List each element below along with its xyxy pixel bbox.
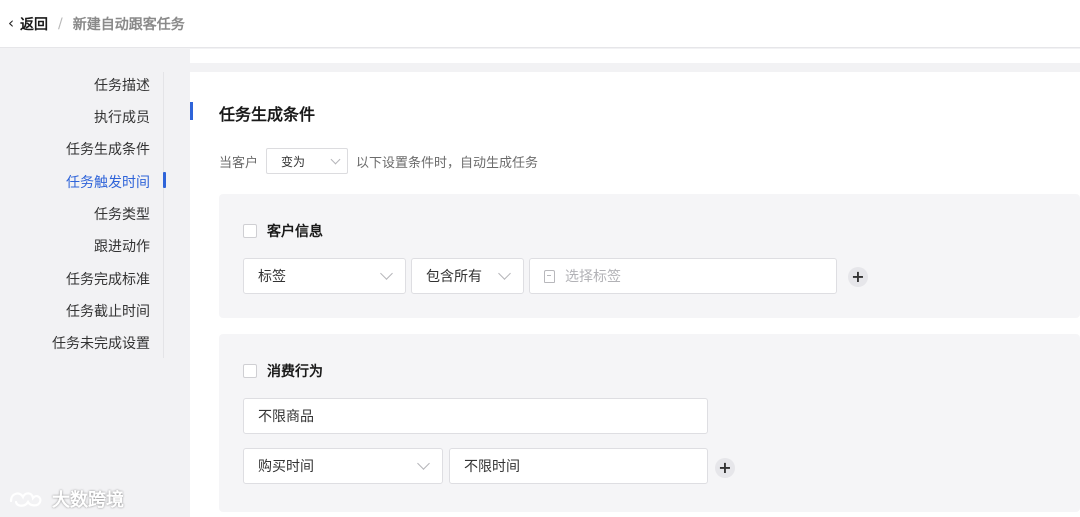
- customer-info-header: 客户信息: [243, 221, 323, 241]
- chevron-down-icon: [330, 154, 341, 164]
- attribute-select[interactable]: 标签: [243, 258, 406, 294]
- condition-select-value: 变为: [281, 154, 306, 169]
- operator-select[interactable]: 包含所有: [411, 258, 524, 294]
- watermark-logo: 大数跨境: [8, 486, 124, 512]
- plus-icon: +: [718, 458, 732, 477]
- nav-item-task-description[interactable]: 任务描述: [94, 75, 150, 95]
- tag-icon: [544, 269, 555, 283]
- purchase-behavior-title: 消费行为: [267, 364, 323, 380]
- condition-prefix: 当客户: [219, 155, 259, 171]
- header-strip: [190, 49, 1080, 63]
- section-accent-bar: [190, 102, 193, 120]
- purchase-behavior-header: 消费行为: [243, 361, 323, 381]
- nav-item-deadline[interactable]: 任务截止时间: [66, 301, 150, 321]
- nav-item-executors[interactable]: 执行成员: [94, 107, 150, 127]
- plus-icon: +: [851, 267, 865, 286]
- time-range-value: 不限时间: [464, 459, 520, 475]
- nav-item-task-type[interactable]: 任务类型: [94, 204, 150, 224]
- purchase-behavior-checkbox[interactable]: [243, 364, 257, 378]
- top-header: ‹ 返回 / 新建自动跟客任务: [0, 0, 1080, 48]
- purchase-time-select-value: 购买时间: [258, 459, 314, 475]
- nav-rail: [163, 72, 164, 358]
- customer-info-title: 客户信息: [267, 224, 323, 240]
- condition-row: 当客户 变为 以下设置条件时，自动生成任务: [219, 148, 538, 174]
- customer-info-group: 客户信息 标签 包含所有 选择标签 +: [219, 194, 1080, 318]
- nav-active-indicator: [163, 172, 166, 188]
- add-time-condition-button[interactable]: +: [715, 458, 735, 478]
- add-condition-button[interactable]: +: [848, 267, 868, 287]
- chevron-down-icon: [380, 267, 393, 280]
- side-nav: 任务描述 执行成员 任务生成条件 任务触发时间 任务类型 跟进动作 任务完成标准…: [0, 64, 190, 517]
- operator-select-value: 包含所有: [426, 269, 482, 285]
- nav-item-generation-conditions[interactable]: 任务生成条件: [66, 139, 150, 159]
- purchase-behavior-group: 消费行为 不限商品 购买时间 不限时间 +: [219, 334, 1080, 512]
- breadcrumb-current: 新建自动跟客任务: [72, 16, 185, 33]
- chevron-down-icon: [498, 267, 511, 280]
- product-select-value: 不限商品: [258, 409, 314, 425]
- back-button[interactable]: ‹ 返回: [8, 14, 48, 34]
- nav-item-incomplete-settings[interactable]: 任务未完成设置: [52, 333, 150, 353]
- breadcrumb-separator: /: [58, 15, 63, 32]
- time-range-select[interactable]: 不限时间: [449, 448, 708, 484]
- section-title: 任务生成条件: [219, 105, 316, 124]
- condition-suffix: 以下设置条件时，自动生成任务: [356, 155, 539, 171]
- main-panel: 任务生成条件 当客户 变为 以下设置条件时，自动生成任务 客户信息 标签 包含所…: [190, 72, 1080, 517]
- condition-select[interactable]: 变为: [266, 148, 349, 174]
- tag-select-input[interactable]: 选择标签: [529, 258, 837, 294]
- watermark-text: 大数跨境: [52, 490, 124, 511]
- back-label: 返回: [20, 16, 48, 33]
- chevron-left-icon: ‹: [8, 14, 14, 32]
- chevron-down-icon: [417, 457, 430, 470]
- attribute-select-value: 标签: [258, 269, 286, 285]
- nav-item-trigger-time[interactable]: 任务触发时间: [66, 172, 150, 192]
- purchase-time-select[interactable]: 购买时间: [243, 448, 443, 484]
- brand-logo-icon: [9, 492, 42, 507]
- nav-item-follow-action[interactable]: 跟进动作: [94, 236, 150, 256]
- nav-item-completion-criteria[interactable]: 任务完成标准: [66, 269, 150, 289]
- customer-info-checkbox[interactable]: [243, 224, 257, 238]
- product-select[interactable]: 不限商品: [243, 398, 708, 434]
- tag-select-placeholder: 选择标签: [565, 269, 621, 285]
